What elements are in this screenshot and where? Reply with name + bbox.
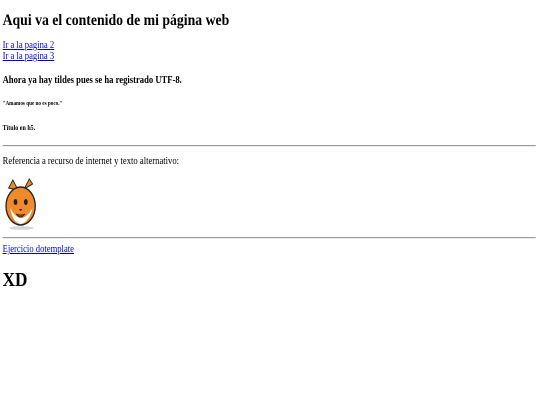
divider-bottom (2, 237, 536, 239)
utf8-heading: Ahora ya hay tildes pues se ha registrad… (2, 75, 182, 86)
link-page-2[interactable]: Ir a la pagina 2 (3, 40, 55, 51)
divider-top (2, 145, 536, 147)
page-title: Aqui va el contenido de mi página web (2, 12, 230, 29)
quote-heading: "Amamos que no es poco." (2, 101, 63, 107)
big-heading: XD (2, 269, 28, 291)
h5-heading: Título en h5. (2, 124, 36, 132)
template-exercise-link[interactable]: Ejercicio dotemplate (3, 244, 74, 255)
link-list: Ir a la pagina 2 Ir a la pagina 3 (3, 40, 55, 62)
reference-text: Referencia a recurso de internet y texto… (2, 156, 180, 167)
link-page-3[interactable]: Ir a la pagina 3 (3, 51, 55, 62)
cat-face-icon (5, 178, 36, 230)
